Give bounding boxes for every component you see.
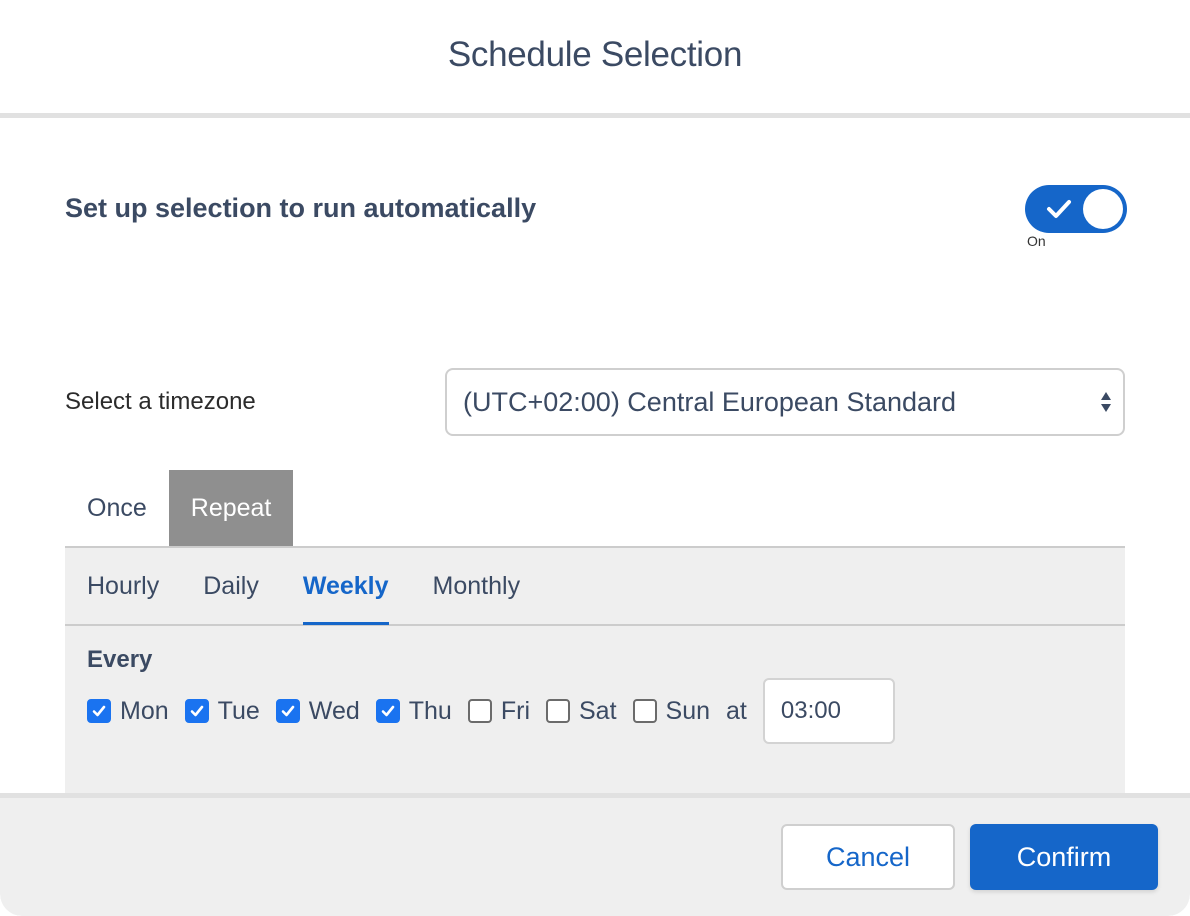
dialog-title: Schedule Selection [447,34,743,74]
cancel-button[interactable]: Cancel [781,824,955,890]
weekday-selector: Mon Tue Wed Thu Fri Sat Sun at 03:00 [87,678,895,744]
checkbox-sun[interactable] [632,699,657,723]
day-label: Sat [579,696,617,725]
day-label: Mon [120,696,169,725]
time-input[interactable]: 03:00 [762,678,895,744]
select-stepper-icon [1101,392,1111,412]
day-label: Thu [408,696,452,725]
dialog-footer: Cancel Confirm [0,793,1190,916]
day-label: Sun [665,696,711,725]
checkmark-icon [190,705,203,717]
timezone-select[interactable]: (UTC+02:00) Central European Standard [445,368,1125,436]
timezone-label: Select a timezone [65,388,256,415]
toggle-state-label: On [1027,233,1046,249]
toggle-knob [1083,189,1123,229]
checkbox-sat[interactable] [546,699,570,723]
tab-daily[interactable]: Daily [203,547,259,625]
automation-label: Set up selection to run automatically [65,192,537,223]
timezone-row: Select a timezone (UTC+02:00) Central Eu… [65,368,1125,436]
check-icon [1047,200,1071,218]
caret-up-icon [1101,392,1111,400]
checkbox-tue[interactable] [184,699,209,723]
checkbox-thu[interactable] [375,699,400,723]
checkmark-icon [281,705,295,717]
timezone-selected-value: (UTC+02:00) Central European Standard [463,386,957,417]
day-label: Fri [500,696,530,725]
automation-toggle-wrapper: On [1025,178,1127,249]
day-option-wed[interactable]: Wed [275,696,360,726]
dialog-header: Schedule Selection [0,0,1190,118]
checkbox-fri[interactable] [467,699,492,723]
day-option-tue[interactable]: Tue [184,696,260,726]
tab-weekly[interactable]: Weekly [302,547,389,625]
day-option-sat[interactable]: Sat [546,697,617,726]
mode-tabs: Once Repeat [65,470,294,546]
day-label: Tue [217,696,260,725]
tab-monthly[interactable]: Monthly [433,547,521,625]
day-option-mon[interactable]: Mon [87,697,169,726]
confirm-button[interactable]: Confirm [970,824,1158,890]
automation-toggle[interactable] [1025,185,1127,233]
day-option-thu[interactable]: Thu [375,696,452,726]
day-option-sun[interactable]: Sun [632,696,711,726]
schedule-selection-dialog: Schedule Selection Set up selection to r… [0,0,1190,916]
caret-down-icon [1101,404,1111,412]
checkmark-icon [381,705,395,717]
day-label: Wed [308,696,360,725]
automation-row: Set up selection to run automatically On [65,178,1127,249]
dialog-body: Set up selection to run automatically On… [0,118,1190,861]
frequency-tabs: Hourly Daily Weekly Monthly [65,548,1125,626]
checkmark-icon [92,705,106,717]
checkbox-mon[interactable] [87,699,111,723]
every-label: Every [87,646,153,673]
tab-repeat[interactable]: Repeat [168,470,294,546]
tab-once[interactable]: Once [65,470,169,546]
tab-hourly[interactable]: Hourly [87,547,159,625]
at-label: at [726,696,747,725]
day-option-fri[interactable]: Fri [467,696,530,726]
checkbox-wed[interactable] [275,699,300,723]
